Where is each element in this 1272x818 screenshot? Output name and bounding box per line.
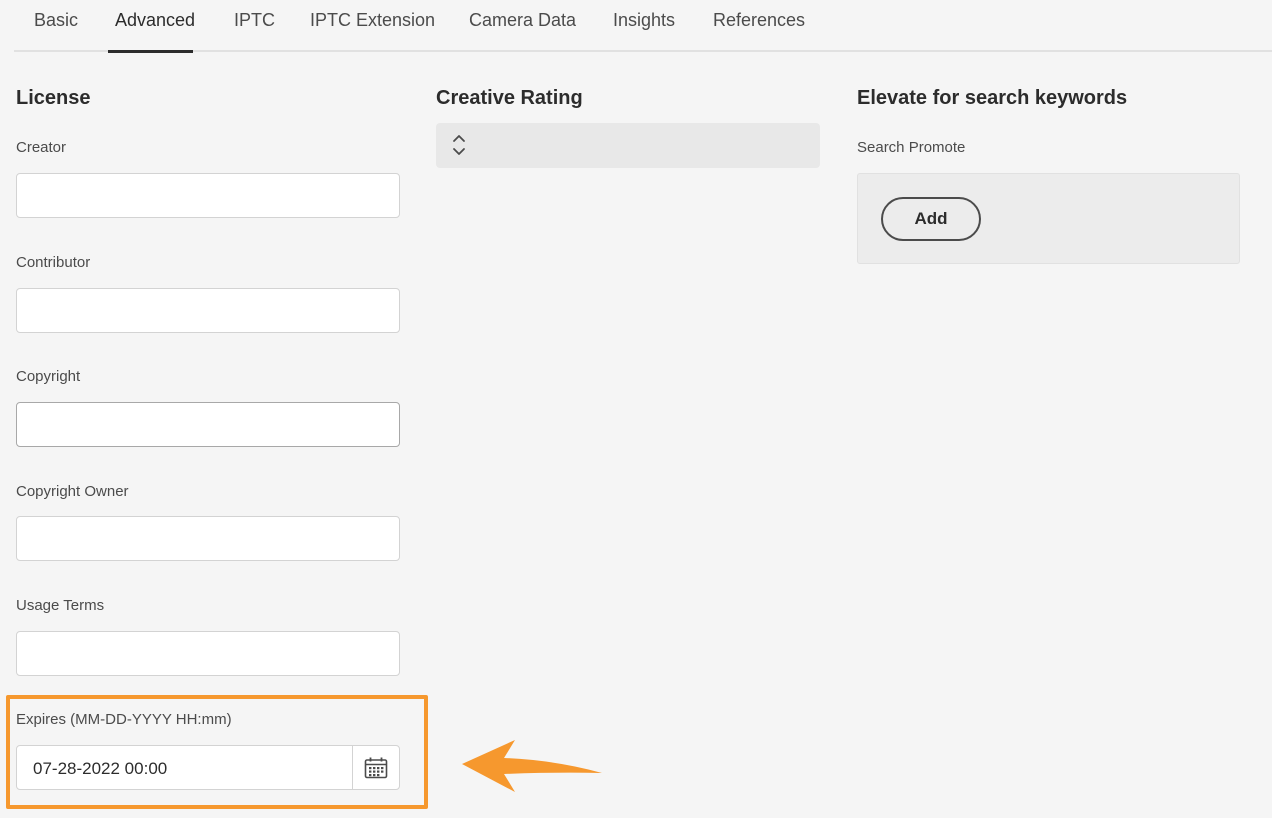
- tab-iptc-extension[interactable]: IPTC Extension: [310, 10, 435, 31]
- creative-rating-heading: Creative Rating: [436, 87, 583, 109]
- expires-value[interactable]: 07-28-2022 00:00: [33, 759, 167, 779]
- search-promote-panel: Add: [857, 173, 1240, 264]
- license-heading: License: [16, 87, 91, 109]
- tab-bar: Basic Advanced IPTC IPTC Extension Camer…: [14, 0, 1272, 52]
- tab-camera-data[interactable]: Camera Data: [469, 10, 576, 31]
- tab-insights[interactable]: Insights: [613, 10, 675, 31]
- expires-label: Expires (MM-DD-YYYY HH:mm): [16, 711, 232, 728]
- calendar-button[interactable]: [352, 746, 399, 789]
- contributor-field[interactable]: [16, 288, 400, 333]
- tab-basic[interactable]: Basic: [34, 10, 78, 31]
- contributor-label: Contributor: [16, 254, 91, 271]
- annotation-arrow: [462, 740, 602, 792]
- expires-date-field[interactable]: 07-28-2022 00:00: [16, 745, 400, 790]
- tab-references[interactable]: References: [713, 10, 805, 31]
- copyright-owner-field[interactable]: [16, 516, 400, 561]
- active-tab-indicator: [108, 50, 193, 53]
- creative-rating-select[interactable]: [436, 123, 820, 168]
- creator-label: Creator: [16, 139, 67, 156]
- creator-field[interactable]: [16, 173, 400, 218]
- copyright-owner-label: Copyright Owner: [16, 483, 129, 500]
- search-promote-label: Search Promote: [857, 139, 966, 156]
- calendar-icon: [364, 757, 388, 778]
- chevron-up-down-icon: [453, 135, 465, 155]
- search-keywords-heading: Elevate for search keywords: [857, 87, 1128, 109]
- usage-terms-field[interactable]: [16, 631, 400, 676]
- copyright-field[interactable]: [16, 402, 400, 447]
- tab-iptc[interactable]: IPTC: [234, 10, 275, 31]
- usage-terms-label: Usage Terms: [16, 597, 105, 614]
- copyright-label: Copyright: [16, 368, 81, 385]
- add-button[interactable]: Add: [881, 197, 981, 241]
- tab-advanced[interactable]: Advanced: [115, 10, 195, 31]
